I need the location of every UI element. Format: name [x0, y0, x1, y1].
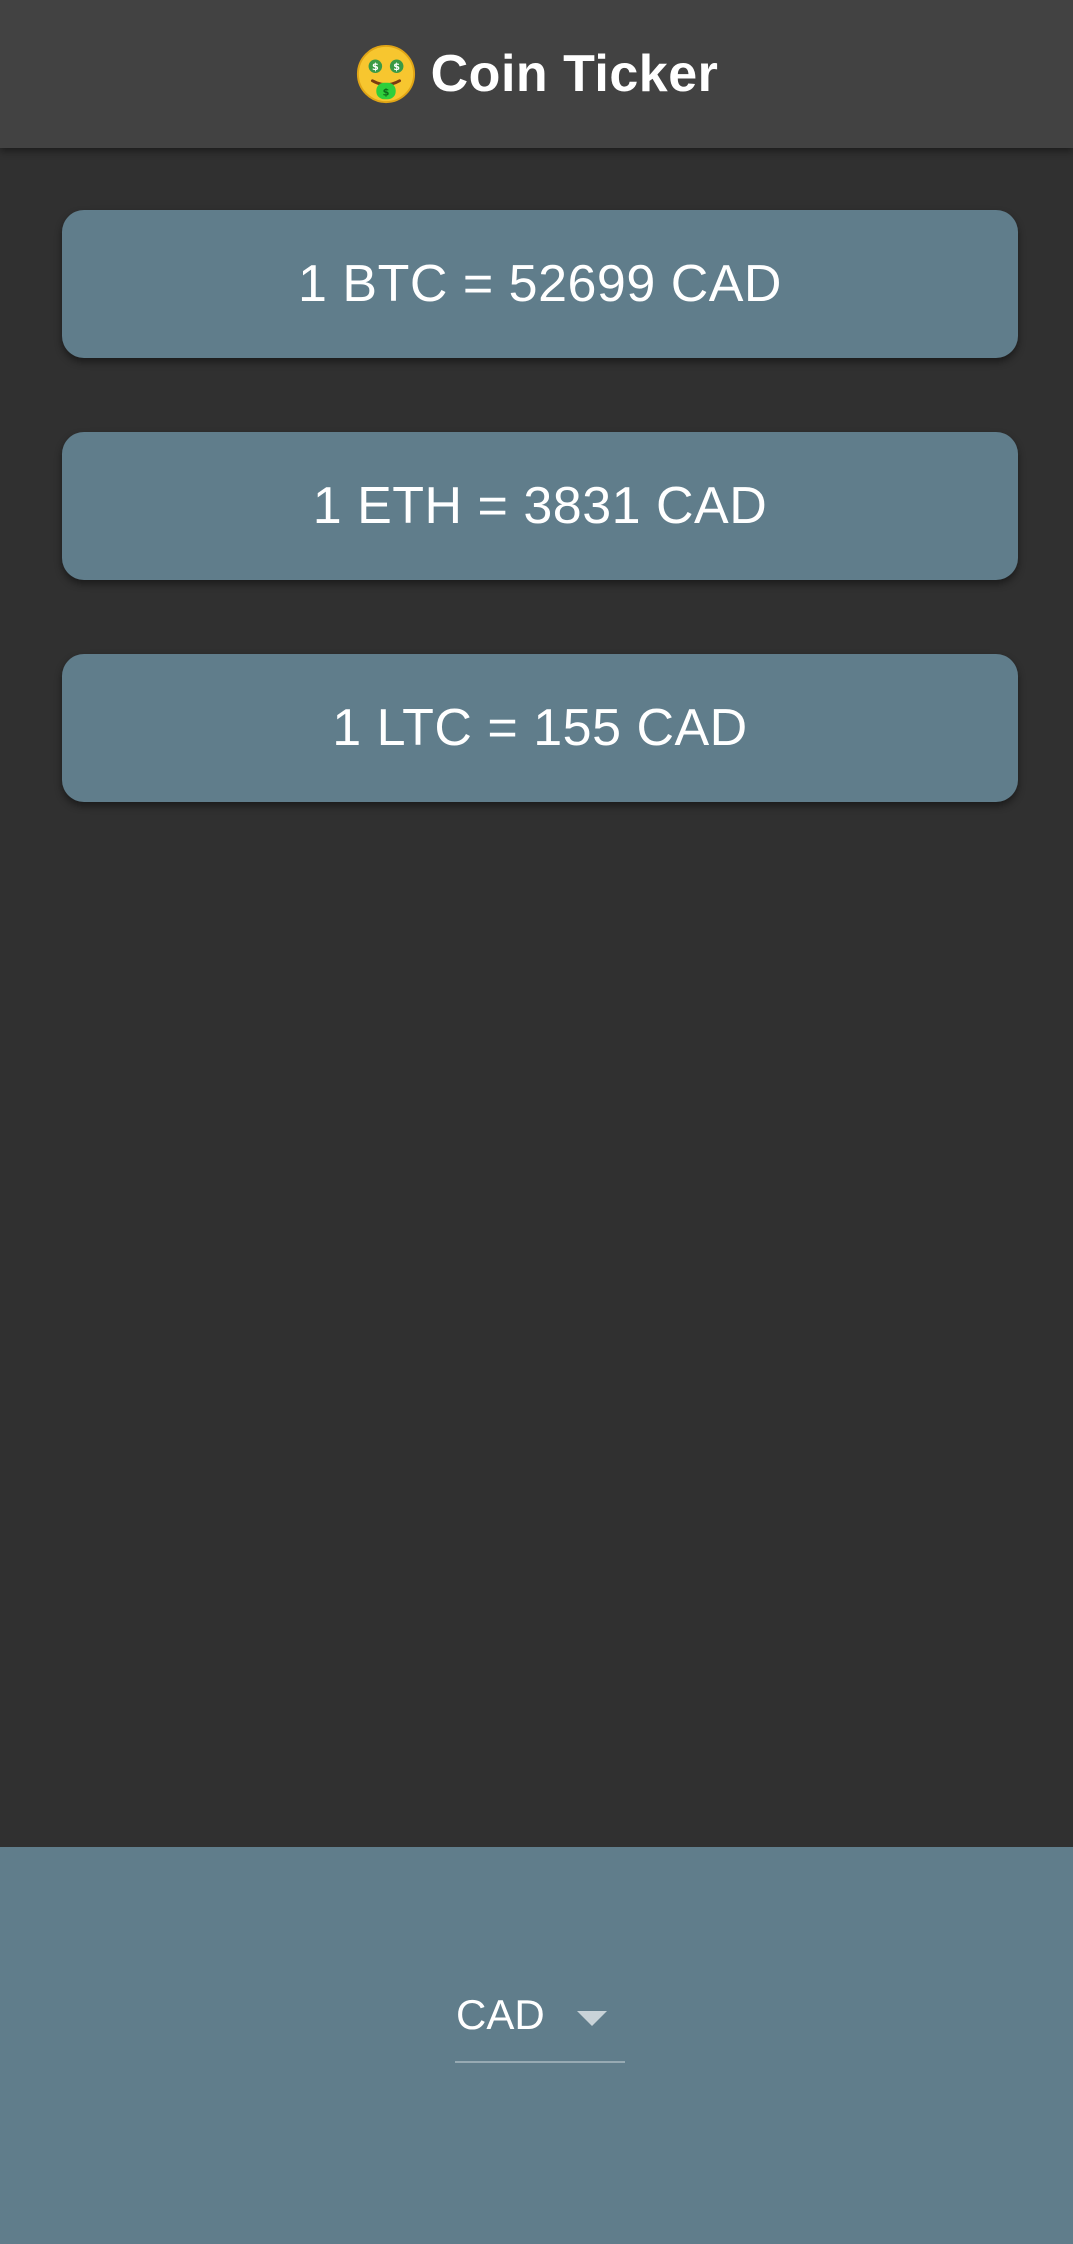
- currency-dropdown[interactable]: CAD: [455, 1985, 625, 2063]
- rate-card-btc[interactable]: 1 BTC = 52699 CAD: [62, 210, 1018, 358]
- svg-text:$: $: [393, 62, 400, 73]
- svg-text:$: $: [382, 87, 389, 98]
- app-title-group: $ $ $ Coin Ticker: [355, 43, 719, 105]
- rate-text: 1 LTC = 155 CAD: [332, 699, 748, 757]
- svg-text:$: $: [372, 62, 379, 73]
- dropdown-arrow-icon[interactable]: [577, 2011, 607, 2026]
- app-title: Coin Ticker: [430, 45, 719, 103]
- rate-card-ltc[interactable]: 1 LTC = 155 CAD: [62, 654, 1018, 802]
- rate-text: 1 BTC = 52699 CAD: [298, 255, 782, 313]
- money-mouth-face-icon: $ $ $: [356, 44, 415, 104]
- currency-dropdown-value: CAD: [456, 1991, 545, 2038]
- app-bar: $ $ $ Coin Ticker: [0, 0, 1073, 148]
- rate-card-eth[interactable]: 1 ETH = 3831 CAD: [62, 432, 1018, 580]
- rate-text: 1 ETH = 3831 CAD: [312, 477, 768, 535]
- rates-list: 1 BTC = 52699 CAD 1 ETH = 3831 CAD 1 LTC…: [62, 210, 1018, 876]
